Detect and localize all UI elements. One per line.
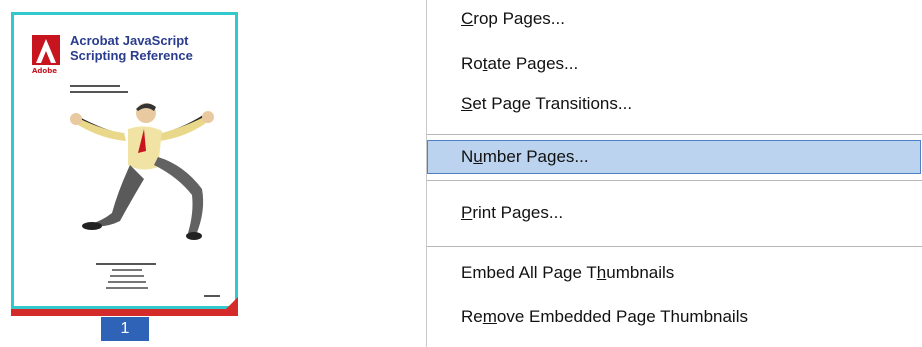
document-title: Acrobat JavaScript Scripting Reference <box>70 33 193 63</box>
page-thumbnail[interactable]: Adobe Acrobat JavaScript Scripting Refer… <box>11 12 238 316</box>
menu-separator <box>427 180 922 181</box>
thumbnail-context-menu: Crop Pages... Rotate Pages... Set Page T… <box>426 0 922 347</box>
menu-item-mnemonic: P <box>461 203 473 222</box>
adobe-logo-text: Adobe <box>32 67 57 75</box>
info-line <box>96 263 156 265</box>
menu-item-rotate-pages[interactable]: Rotate Pages... <box>427 47 921 81</box>
menu-item-label-part: Ro <box>461 54 483 73</box>
date-line <box>204 295 220 297</box>
info-line <box>110 275 144 277</box>
menu-item-mnemonic: S <box>461 94 473 113</box>
page-number-badge: 1 <box>101 317 149 341</box>
thumbnail-resize-corner <box>226 297 238 309</box>
menu-item-label-part: et Page Transitions... <box>472 94 633 113</box>
info-line <box>108 281 146 283</box>
menu-item-label-part: rint Pages... <box>472 203 564 222</box>
menu-item-label-part: Re <box>461 307 483 326</box>
menu-item-label-part: ove Embedded Page Thumbnails <box>496 307 748 326</box>
subtitle-line <box>70 85 120 87</box>
menu-item-remove-embedded-thumbnails[interactable]: Remove Embedded Page Thumbnails <box>427 300 921 334</box>
menu-item-label-part: N <box>461 147 474 166</box>
menu-item-label-part: rop Pages... <box>473 9 565 28</box>
running-man-illustration <box>70 103 214 240</box>
menu-item-set-page-transitions[interactable]: Set Page Transitions... <box>427 87 921 121</box>
page-thumbnails-panel: Adobe Acrobat JavaScript Scripting Refer… <box>0 0 420 347</box>
info-line <box>112 269 142 271</box>
info-line <box>106 287 148 289</box>
menu-item-label-part: mber Pages... <box>482 147 589 166</box>
menu-item-mnemonic: m <box>482 307 497 326</box>
menu-separator <box>427 246 922 247</box>
menu-item-label-part: umbnails <box>606 263 675 282</box>
menu-item-embed-all-thumbnails[interactable]: Embed All Page Thumbnails <box>427 256 921 290</box>
menu-item-mnemonic: u <box>473 147 483 166</box>
subtitle-line <box>70 91 128 93</box>
menu-item-mnemonic: C <box>461 9 474 28</box>
menu-item-label-part: Embed All Page T <box>461 263 597 282</box>
menu-item-print-pages[interactable]: Print Pages... <box>427 196 921 230</box>
adobe-logo-icon <box>32 35 60 65</box>
menu-item-crop-pages[interactable]: Crop Pages... <box>427 2 921 36</box>
thumbnail-page-content: Adobe Acrobat JavaScript Scripting Refer… <box>14 15 235 306</box>
menu-item-label-part: ate Pages... <box>487 54 579 73</box>
menu-separator <box>427 134 922 135</box>
menu-item-mnemonic: h <box>596 263 607 282</box>
menu-item-number-pages[interactable]: Number Pages... <box>427 140 921 174</box>
